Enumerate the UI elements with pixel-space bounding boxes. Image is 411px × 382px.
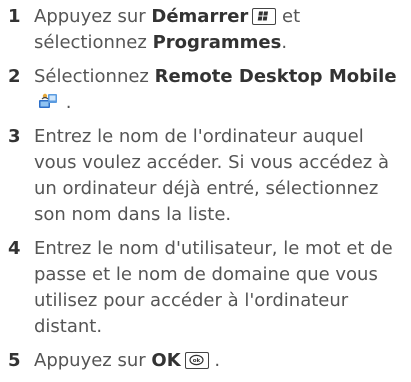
ok-key-icon: ok	[184, 352, 209, 369]
step-text-part: Appuyez sur	[34, 6, 152, 27]
step-text-part: Sélectionnez	[34, 66, 155, 87]
step-text-part: Appuyez sur	[34, 350, 152, 371]
step-text: Entrez le nom de l'ordinateur auquel vou…	[34, 126, 389, 225]
step-text: Appuyez sur Démarrer et sélectionnez Pro…	[34, 6, 300, 53]
remote-desktop-label: Remote Desktop Mobile	[154, 66, 397, 87]
step-number: 2	[8, 66, 21, 87]
step-text: Sélectionnez Remote Desktop Mobile .	[34, 66, 397, 113]
step-text-part: .	[60, 92, 72, 113]
step-number: 4	[8, 238, 21, 259]
step-text-part: .	[208, 350, 221, 371]
start-label: Démarrer	[151, 6, 249, 27]
step-text: Entrez le nom d'utilisateur, le mot et d…	[34, 238, 393, 337]
step-number: 3	[8, 126, 21, 147]
remote-desktop-mobile-icon	[38, 92, 60, 110]
windows-start-key-icon	[252, 8, 277, 25]
step-2: 2 Sélectionnez Remote Desktop Mobile .	[8, 64, 408, 116]
step-4: 4 Entrez le nom d'utilisateur, le mot et…	[8, 236, 408, 340]
step-1: 1 Appuyez sur Démarrer et sélectionnez P…	[8, 4, 408, 56]
step-5: 5 Appuyez sur OK ok .	[8, 348, 408, 374]
instruction-steps: 1 Appuyez sur Démarrer et sélectionnez P…	[8, 4, 408, 382]
ok-label: OK	[151, 350, 181, 371]
step-number: 1	[8, 6, 21, 27]
step-3: 3 Entrez le nom de l'ordinateur auquel v…	[8, 124, 408, 228]
svg-text:ok: ok	[192, 358, 200, 364]
programs-label: Programmes	[152, 32, 282, 53]
step-number: 5	[8, 350, 21, 371]
step-text: Appuyez sur OK ok .	[34, 350, 220, 371]
step-text-part: .	[281, 32, 288, 53]
